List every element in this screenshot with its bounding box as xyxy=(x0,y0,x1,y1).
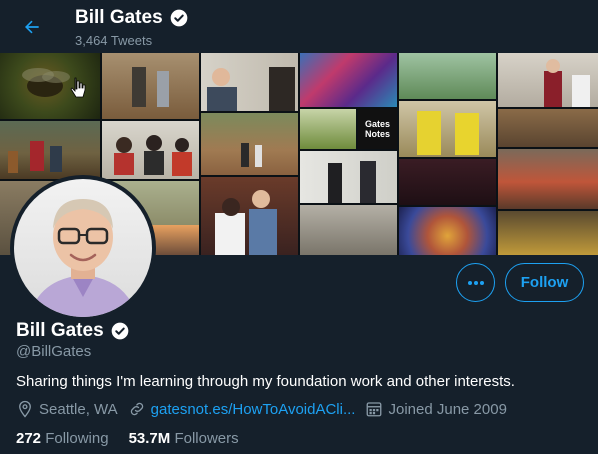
calendar-icon xyxy=(367,402,382,417)
profile-name-row: Bill Gates xyxy=(16,320,130,342)
banner-photo-market xyxy=(498,211,598,255)
website-item: gatesnot.es/HowToAvoidACli... xyxy=(128,400,356,418)
profile-header: Bill Gates 3,464 Tweets xyxy=(0,0,598,53)
mouse-cursor-icon xyxy=(70,77,86,98)
avatar xyxy=(14,179,152,317)
follow-button[interactable]: Follow xyxy=(505,263,584,302)
banner-photo-kitchen xyxy=(300,205,397,255)
banner-photo-bookshelf xyxy=(201,177,298,255)
verified-badge-icon xyxy=(170,9,187,27)
followers-label: Followers xyxy=(174,430,239,447)
profile-handle: @BillGates xyxy=(16,343,92,360)
banner-photo-students xyxy=(102,121,199,179)
more-dots-icon xyxy=(467,280,484,285)
back-button[interactable] xyxy=(14,9,50,45)
following-stat[interactable]: 272 Following xyxy=(16,430,109,447)
banner-photo-brain-art xyxy=(399,207,496,255)
profile-meta: Seattle, WA gatesnot.es/HowToAvoidACli..… xyxy=(16,400,517,418)
back-arrow-icon xyxy=(25,20,39,34)
header-name: Bill Gates xyxy=(75,7,163,28)
followers-count: 53.7M xyxy=(128,430,171,447)
profile-avatar[interactable] xyxy=(10,175,156,321)
banner-photo-gates-interview xyxy=(201,53,298,111)
banner-photo-protective-suits xyxy=(399,101,496,157)
banner-photo-lab-visit xyxy=(498,53,598,107)
banner-photo-children-group xyxy=(498,149,598,209)
banner-photo-stage-talk xyxy=(399,159,496,205)
more-options-button[interactable] xyxy=(456,263,495,302)
banner-photo-women-walking xyxy=(102,53,199,119)
banner-photo-conversation xyxy=(300,151,397,203)
banner-photo-village-road xyxy=(201,113,298,175)
banner-photo-plant-model xyxy=(399,53,496,99)
verified-badge-icon xyxy=(111,322,128,340)
website-link[interactable]: gatesnot.es/HowToAvoidACli... xyxy=(151,401,356,418)
banner-photo-greenhouse xyxy=(300,109,356,149)
location-text: Seattle, WA xyxy=(39,400,118,418)
banner-photo-workshop xyxy=(498,109,598,147)
followers-stat[interactable]: 53.7M Followers xyxy=(129,430,239,447)
profile-name: Bill Gates xyxy=(16,320,104,341)
profile-stats: 272 Following 53.7M Followers xyxy=(16,430,259,447)
following-count: 272 xyxy=(16,430,42,447)
link-icon xyxy=(130,402,143,416)
banner-photo-colorful-art xyxy=(300,53,397,107)
banner-gates-notes-logo: Gates Notes xyxy=(358,109,397,149)
banner-photo-field-workers xyxy=(0,121,100,179)
location-pin-icon xyxy=(19,400,31,418)
tweet-count: 3,464 Tweets xyxy=(75,33,153,48)
location-item: Seattle, WA xyxy=(16,400,118,418)
profile-bio: Sharing things I'm learning through my f… xyxy=(16,373,515,390)
joined-text: Joined June 2009 xyxy=(388,400,507,418)
joined-item: Joined June 2009 xyxy=(365,400,507,418)
following-label: Following xyxy=(45,430,109,447)
